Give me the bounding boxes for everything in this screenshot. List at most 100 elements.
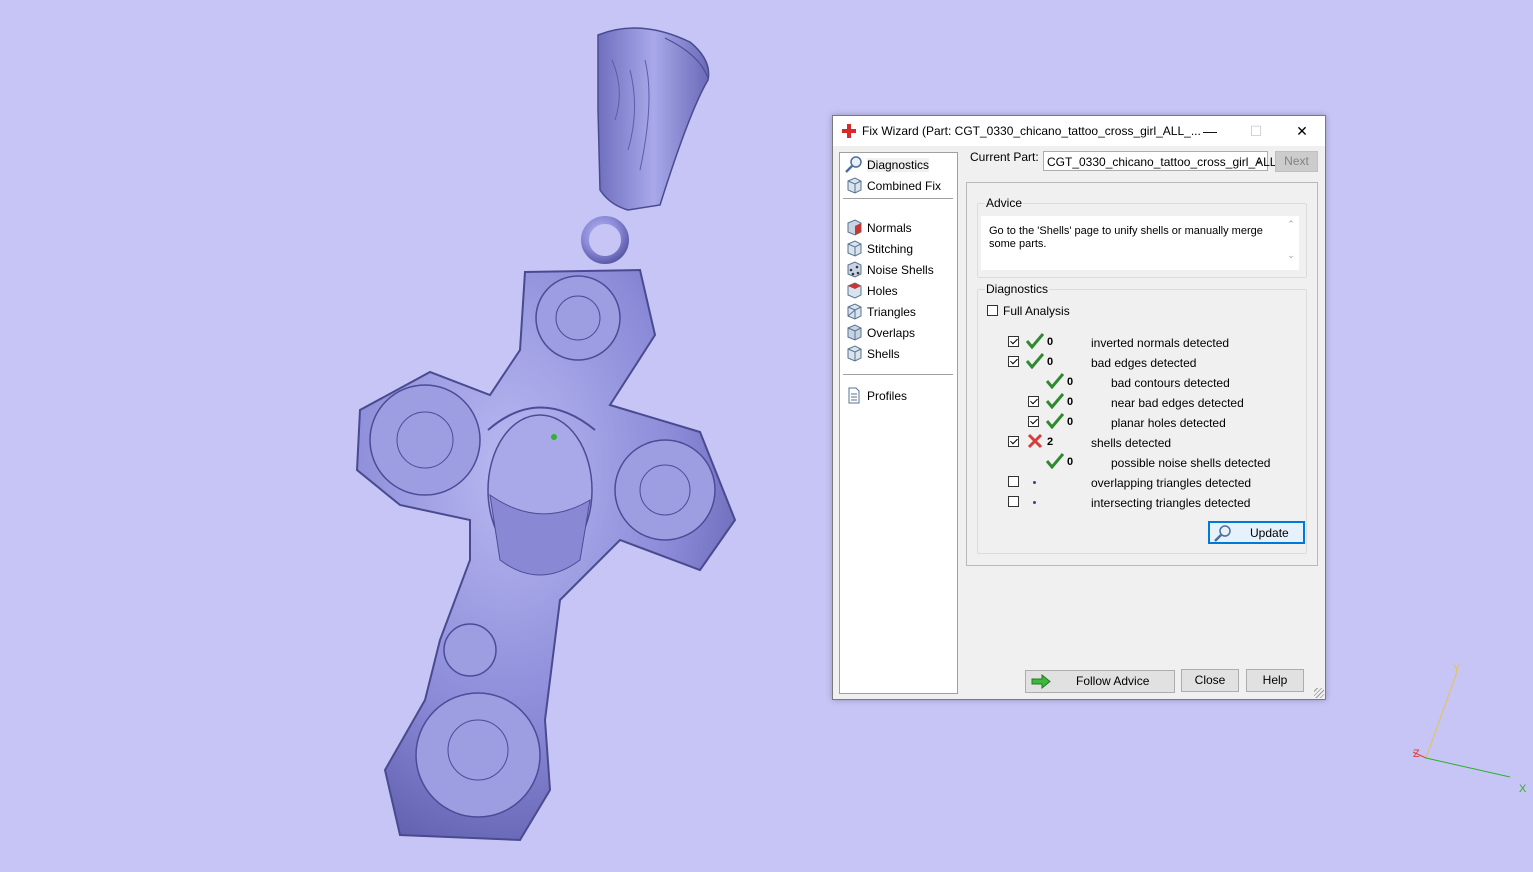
current-part-select[interactable]: CGT_0330_chicano_tattoo_cross_girl_ALL ⌄ (1043, 151, 1276, 171)
nav-label: Profiles (867, 389, 908, 403)
check-mark-icon (1026, 333, 1044, 349)
ring-shape (581, 216, 629, 264)
diagnostic-label: possible noise shells detected (1111, 456, 1271, 470)
follow-advice-button[interactable]: Follow Advice (1025, 670, 1175, 693)
advice-text: Go to the 'Shells' page to unify shells … (989, 225, 1263, 250)
holes-cube-icon (847, 282, 862, 299)
nav-label: Normals (867, 221, 912, 235)
check-mark-icon (1026, 353, 1044, 369)
magnifier-icon (1214, 525, 1231, 542)
red-cross-icon (842, 124, 856, 138)
diagnostic-row: overlapping triangles detected (978, 474, 1306, 492)
current-part-label: Current Part: (970, 150, 1039, 164)
nav-label: Shells (867, 347, 900, 361)
nav-divider (843, 374, 953, 375)
diagnostic-checkbox[interactable] (1028, 416, 1039, 427)
diagnostic-count: 0 (1067, 396, 1074, 408)
nav-label: Overlaps (867, 326, 916, 340)
close-window-button[interactable]: ✕ (1279, 116, 1325, 146)
advice-title: Advice (985, 196, 1024, 210)
close-button[interactable]: Close (1181, 669, 1239, 692)
normals-cube-icon (847, 219, 862, 236)
diagnostic-row: 0 bad edges detected (978, 353, 1306, 372)
noise-shells-icon (847, 261, 862, 278)
diagnostic-checkbox[interactable] (1008, 436, 1019, 447)
diagnostic-checkbox[interactable] (1008, 476, 1019, 487)
diagnostic-checkbox[interactable] (1028, 396, 1039, 407)
check-mark-icon (1046, 453, 1064, 469)
diagnostic-count: 2 (1047, 436, 1054, 448)
advice-group: Advice Go to the 'Shells' page to unify … (977, 196, 1307, 278)
z-axis-label: Z (1413, 748, 1420, 760)
nav-item-diagnostics[interactable]: Diagnostics (845, 154, 955, 174)
overlaps-cube-icon (847, 324, 862, 341)
nav-item-holes[interactable]: Holes (845, 280, 955, 300)
diagnostic-checkbox[interactable] (1008, 496, 1019, 507)
triangles-cube-icon (847, 303, 862, 320)
update-button[interactable]: Update (1208, 521, 1305, 544)
nav-label: Holes (867, 284, 898, 298)
advice-textbox[interactable]: Go to the 'Shells' page to unify shells … (981, 216, 1299, 270)
error-x-icon (1027, 433, 1043, 449)
diagnostic-label: bad edges detected (1091, 356, 1197, 370)
resize-grip[interactable] (1314, 688, 1324, 698)
diagnostics-page: Advice Go to the 'Shells' page to unify … (966, 182, 1318, 566)
nav-item-overlaps[interactable]: Overlaps (845, 322, 955, 342)
next-button[interactable]: Next (1275, 151, 1318, 172)
current-part-value: CGT_0330_chicano_tattoo_cross_girl_ALL (1047, 155, 1277, 169)
diagnostic-row: 2 shells detected (978, 433, 1306, 452)
chevron-down-icon: ⌄ (1254, 155, 1263, 166)
diagnostic-label: shells detected (1091, 436, 1172, 450)
cross-shape (355, 268, 737, 842)
pick-point-marker (551, 434, 557, 440)
advice-scrollbar[interactable]: ⌃ ⌄ (1285, 219, 1297, 267)
diagnostic-label: planar holes detected (1111, 416, 1226, 430)
diagnostic-label: intersecting triangles detected (1091, 496, 1251, 510)
y-axis-label: Y (1453, 663, 1461, 675)
nav-label: Stitching (867, 242, 914, 256)
diagnostic-row: 0 near bad edges detected (978, 393, 1306, 412)
nav-item-stitching[interactable]: Stitching (845, 238, 955, 258)
nav-item-profiles[interactable]: Profiles (845, 385, 955, 405)
nav-item-noise-shells[interactable]: Noise Shells (845, 259, 955, 279)
diagnostic-label: near bad edges detected (1111, 396, 1244, 410)
pending-dot-icon (1033, 481, 1036, 484)
nav-label: Noise Shells (867, 263, 934, 277)
full-analysis-checkbox[interactable] (987, 305, 998, 316)
minimize-button[interactable]: — (1187, 116, 1233, 146)
diagnostic-label: overlapping triangles detected (1091, 476, 1252, 490)
diagnostic-row: 0 inverted normals detected (978, 333, 1306, 352)
nav-item-normals[interactable]: Normals (845, 217, 955, 237)
nav-item-triangles[interactable]: Triangles (845, 301, 955, 321)
shells-cube-icon (847, 345, 862, 362)
diagnostic-row: intersecting triangles detected (978, 494, 1306, 512)
diagnostic-label: inverted normals detected (1091, 336, 1230, 350)
cube-icon (847, 177, 862, 194)
nav-label: Diagnostics (867, 158, 930, 172)
diagnostic-count: 0 (1047, 336, 1054, 348)
diagnostics-group: Diagnostics Full Analysis 0 inverted norm… (977, 282, 1307, 554)
pending-dot-icon (1033, 501, 1036, 504)
x-axis-label: X (1519, 783, 1527, 795)
axis-triad: Y X Z (1412, 663, 1527, 795)
nav-item-shells[interactable]: Shells (845, 343, 955, 363)
fix-wizard-dialog: Fix Wizard (Part: CGT_0330_chicano_tatto… (832, 115, 1326, 700)
nav-label: Combined Fix (867, 179, 942, 193)
follow-advice-label: Follow Advice (1076, 674, 1150, 688)
check-mark-icon (1046, 393, 1064, 409)
arrow-right-icon (1031, 674, 1051, 689)
maximize-button[interactable]: ☐ (1233, 116, 1279, 146)
check-mark-icon (1046, 373, 1064, 389)
dialog-title: Fix Wizard (Part: CGT_0330_chicano_tatto… (862, 124, 1201, 138)
nav-divider (843, 198, 953, 199)
diagnostic-checkbox[interactable] (1008, 356, 1019, 367)
nav-item-combined-fix[interactable]: Combined Fix (845, 175, 955, 195)
document-icon (848, 387, 860, 404)
fix-wizard-nav: Diagnostics Combined Fix Normals Stitchi… (839, 152, 958, 694)
diagnostic-checkbox[interactable] (1008, 336, 1019, 347)
update-label: Update (1250, 526, 1289, 540)
diagnostic-count: 0 (1067, 376, 1074, 388)
help-button[interactable]: Help (1246, 669, 1304, 692)
title-bar[interactable]: Fix Wizard (Part: CGT_0330_chicano_tatto… (833, 116, 1325, 146)
diagnostic-count: 0 (1047, 356, 1054, 368)
